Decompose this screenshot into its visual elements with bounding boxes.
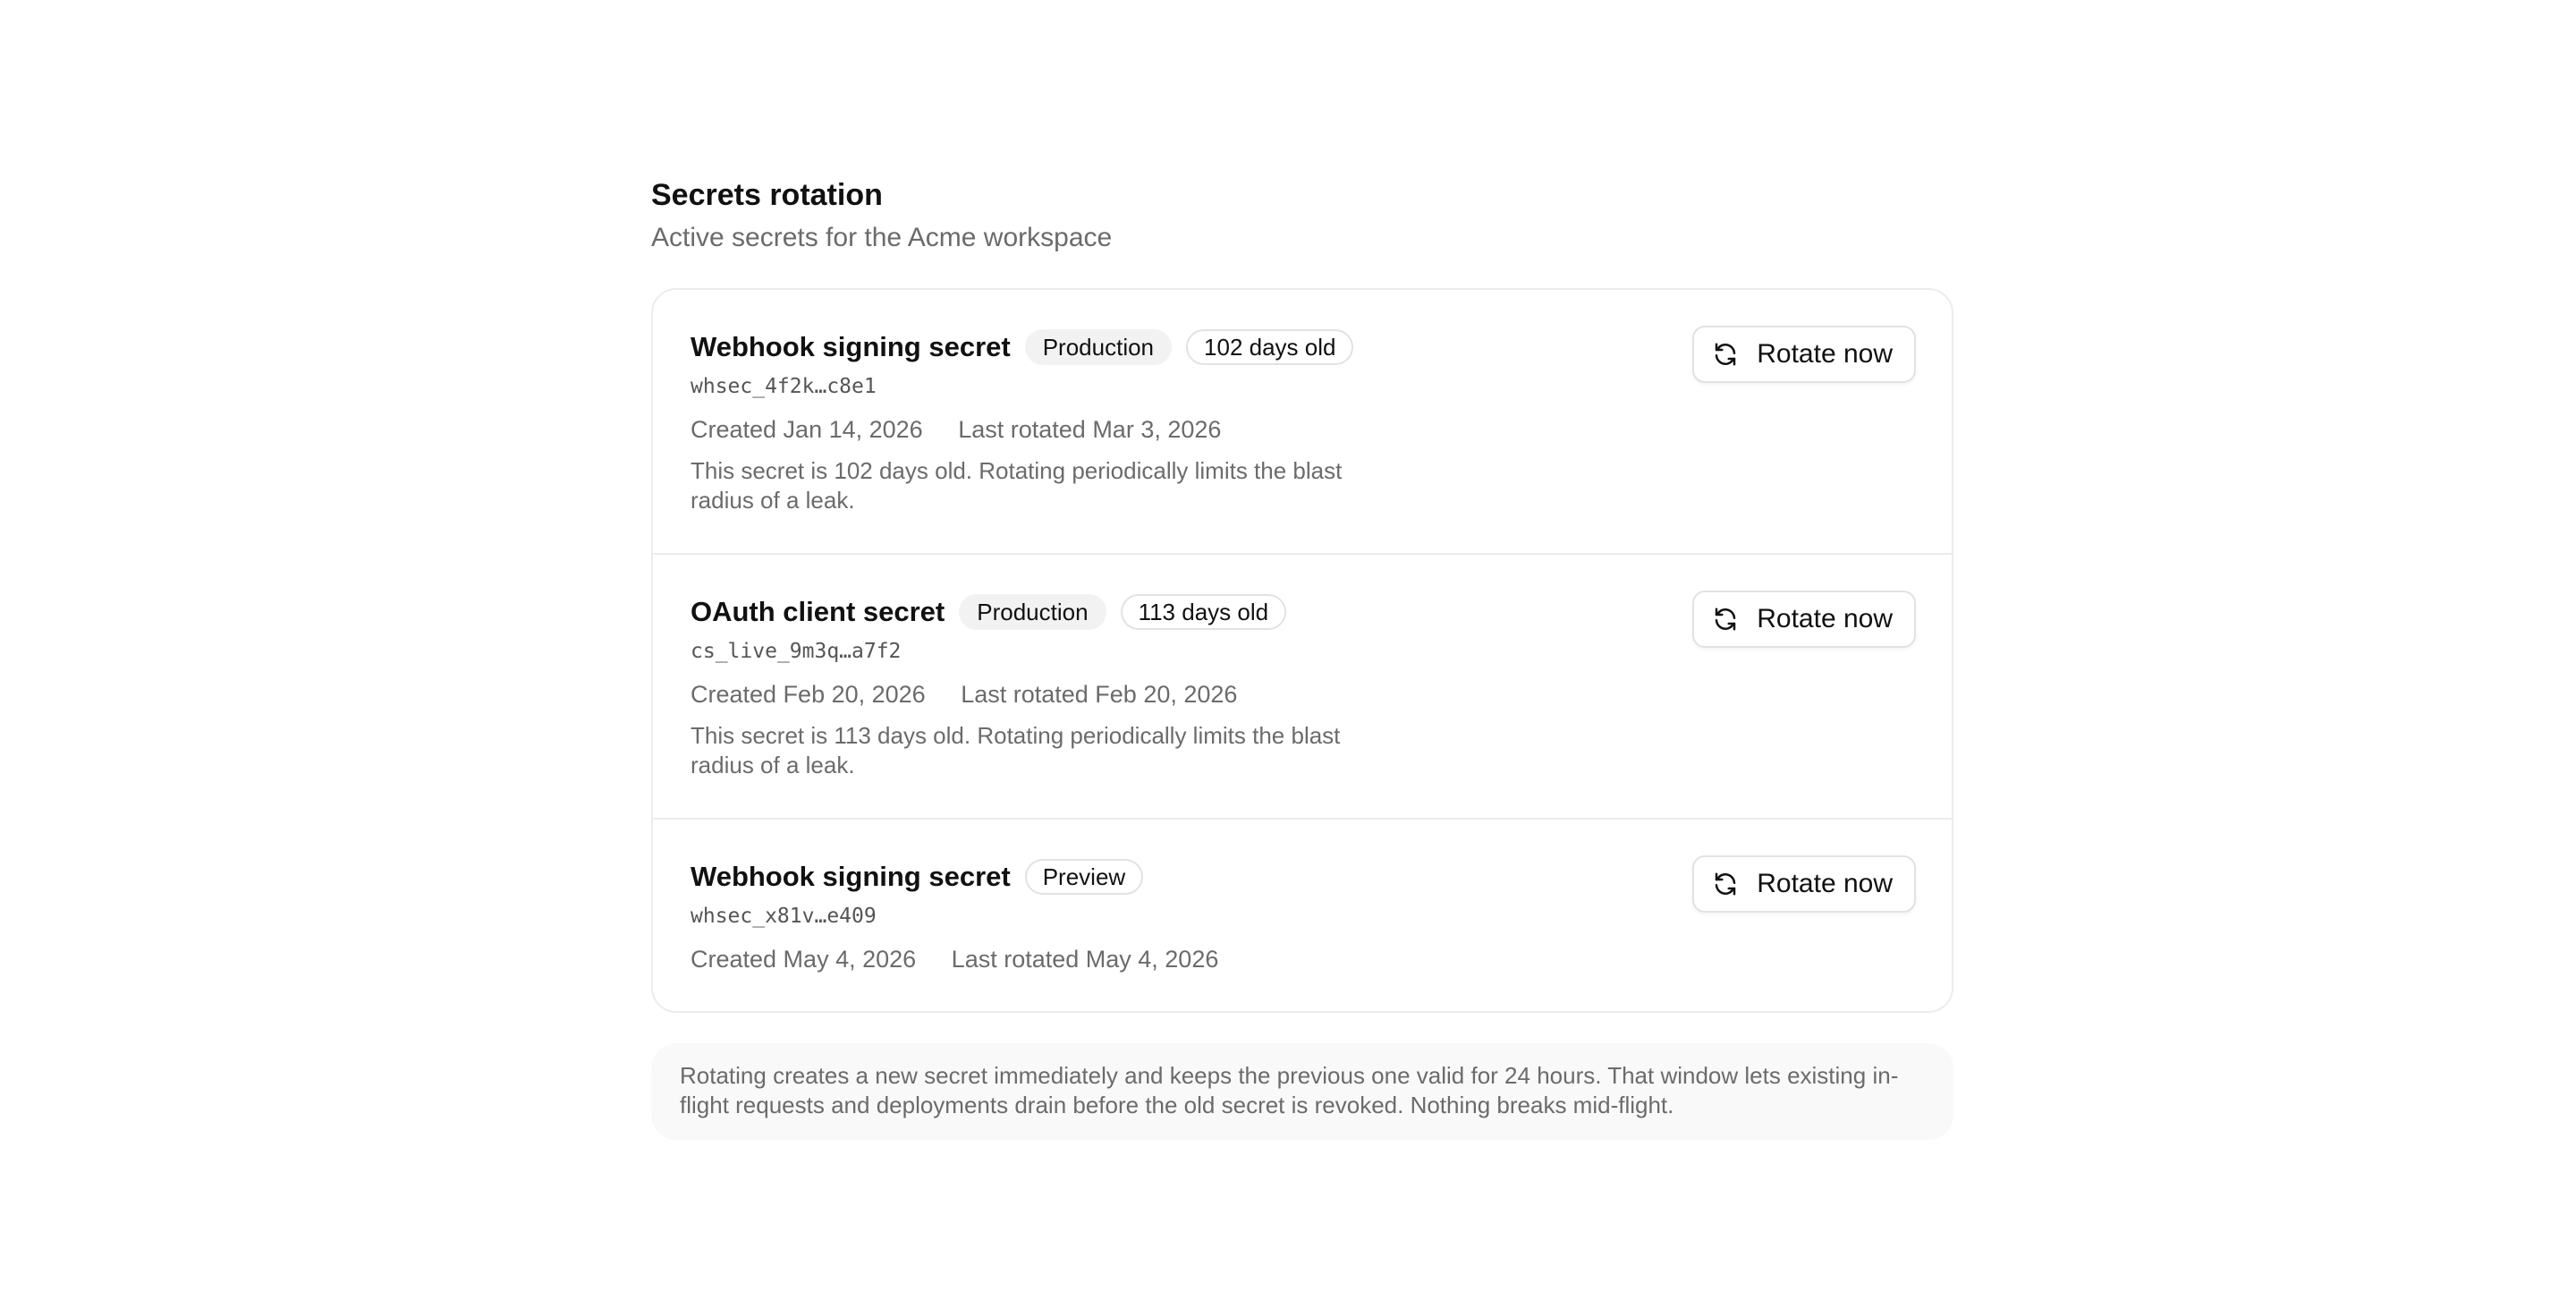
last-rotated-date: Last rotated May 4, 2026 (951, 946, 1219, 973)
secret-name: OAuth client secret (691, 596, 945, 627)
secret-name: Webhook signing secret (691, 861, 1011, 892)
age-badge: 113 days old (1120, 594, 1287, 630)
refresh-icon (1712, 871, 1739, 897)
page-title: Secrets rotation (651, 178, 883, 212)
last-rotated-date: Last rotated Feb 20, 2026 (961, 681, 1238, 708)
secrets-list: Webhook signing secret Production 102 da… (651, 288, 1953, 1013)
secret-dates: Created May 4, 2026 Last rotated May 4, … (691, 941, 1914, 977)
created-date: Created Feb 20, 2026 (691, 681, 926, 708)
rotation-info-note: Rotating creates a new secret immediatel… (651, 1043, 1953, 1140)
secret-name: Webhook signing secret (691, 331, 1011, 362)
rotate-now-button[interactable]: Rotate now (1692, 326, 1916, 383)
rotate-now-button[interactable]: Rotate now (1692, 591, 1916, 648)
secret-row: Webhook signing secret Production 102 da… (653, 290, 1952, 555)
environment-badge: Preview (1024, 859, 1144, 895)
secret-row: Webhook signing secret Preview whsec_x81… (653, 820, 1952, 1011)
secret-dates: Created Feb 20, 2026 Last rotated Feb 20… (691, 676, 1914, 712)
rotate-now-label: Rotate now (1757, 339, 1893, 369)
refresh-icon (1712, 341, 1739, 368)
rotate-now-label: Rotate now (1757, 604, 1893, 633)
age-warning: This secret is 102 days old. Rotating pe… (691, 457, 1343, 514)
created-date: Created May 4, 2026 (691, 946, 917, 973)
environment-badge: Production (1024, 329, 1173, 365)
secret-dates: Created Jan 14, 2026 Last rotated Mar 3,… (691, 412, 1914, 447)
secrets-rotation-page: Secrets rotation Active secrets for the … (651, 174, 1953, 1140)
created-date: Created Jan 14, 2026 (691, 416, 923, 443)
page-subtitle: Active secrets for the Acme workspace (651, 223, 1113, 252)
secret-row: OAuth client secret Production 113 days … (653, 555, 1952, 820)
environment-badge: Production (959, 594, 1106, 630)
age-warning: This secret is 113 days old. Rotating pe… (691, 722, 1341, 778)
age-badge: 102 days old (1186, 329, 1354, 365)
refresh-icon (1712, 606, 1739, 633)
last-rotated-date: Last rotated Mar 3, 2026 (958, 416, 1222, 443)
rotate-now-label: Rotate now (1757, 869, 1893, 898)
rotate-now-button[interactable]: Rotate now (1692, 855, 1916, 913)
